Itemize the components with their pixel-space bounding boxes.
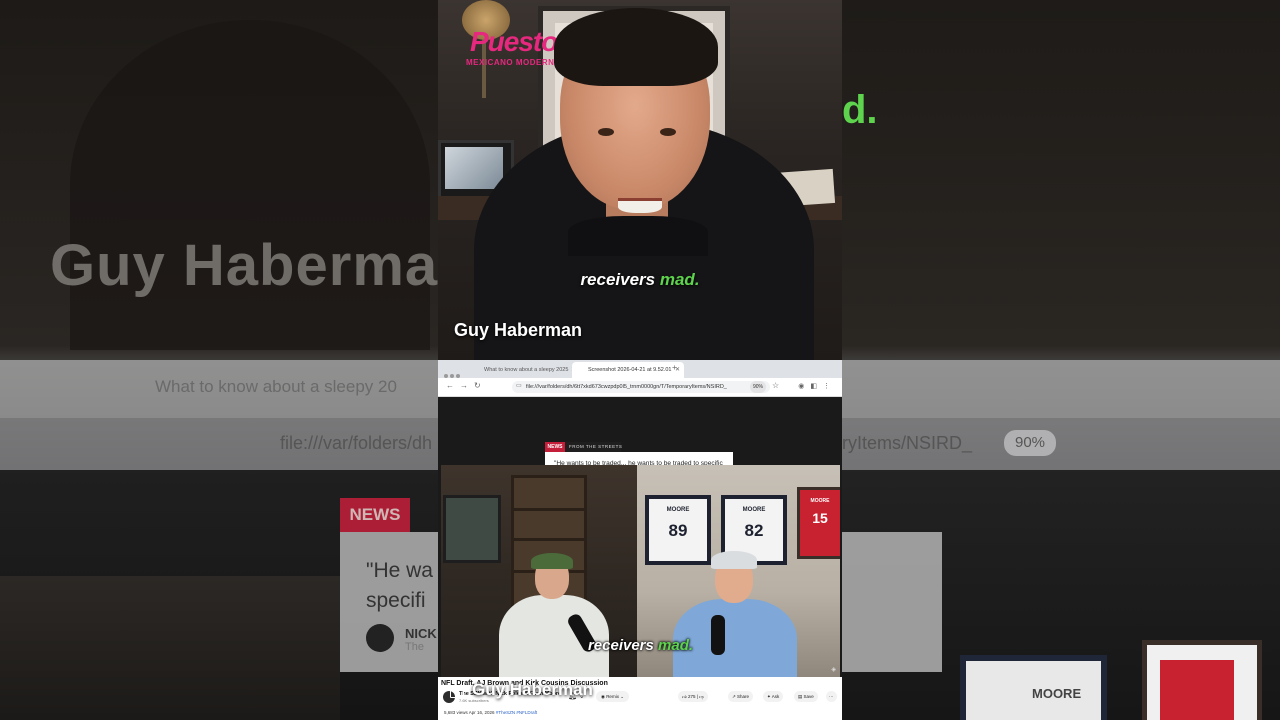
backdrop-url-right: ryItems/NSIRD_ bbox=[842, 433, 973, 453]
youtube-video-player[interactable]: MOORE 89 MOORE 82 MOORE 15 receivers mad… bbox=[441, 465, 840, 677]
youtube-page: NEWS FROM THE STREETS "He wants to be tr… bbox=[438, 397, 842, 720]
speaker-name-label-bottom: Guy Haberman bbox=[472, 680, 593, 699]
backdrop-red-jersey bbox=[1160, 660, 1234, 720]
subtitle-caption: receivers mad. bbox=[580, 270, 700, 289]
puesto-logo-tagline: MEXICANO MODERNO bbox=[466, 58, 562, 67]
address-bar[interactable]: ▭ file:///var/folders/dh/6tt7xkd673cwzpd… bbox=[512, 381, 770, 393]
channel-watermark-icon: ◈ bbox=[831, 667, 836, 673]
backdrop-tabbar-right bbox=[842, 360, 1280, 418]
browser-tabbar: What to know about a sleepy 2025✕ Screen… bbox=[438, 360, 842, 378]
backdrop-zoom: 90% bbox=[1004, 430, 1056, 456]
remix-button[interactable]: ◉ Remix ⌄ bbox=[596, 691, 629, 702]
video-subtitle-caption: receivers mad. bbox=[587, 637, 694, 654]
puesto-logo: Puesto bbox=[470, 26, 558, 57]
zoom-badge[interactable]: 90% bbox=[750, 381, 766, 393]
url-text: file:///var/folders/dh/6tt7xkd673cwzpdp0… bbox=[526, 384, 727, 390]
backdrop-speaker-name: Guy Haberma bbox=[50, 233, 438, 298]
more-icon[interactable]: ⋯ bbox=[826, 691, 837, 702]
framed-red-jersey: MOORE 15 bbox=[797, 487, 840, 559]
short-video[interactable]: Puesto MEXICANO MODERNO receivers mad. G… bbox=[438, 0, 842, 720]
browser-screenshot: What to know about a sleepy 2025✕ Screen… bbox=[438, 360, 842, 720]
ask-button[interactable]: ✦ Ask bbox=[763, 691, 784, 702]
speaker-hair bbox=[554, 8, 718, 86]
monitor-icon bbox=[450, 686, 464, 698]
backdrop-quote: "He wa specifi bbox=[366, 559, 433, 612]
guest-person bbox=[499, 553, 609, 677]
backdrop-speaker-silhouette bbox=[70, 20, 430, 350]
new-tab-icon[interactable]: + bbox=[672, 363, 677, 372]
top-clip: Puesto MEXICANO MODERNO receivers mad. G… bbox=[438, 0, 842, 360]
news-section: FROM THE STREETS bbox=[569, 444, 623, 449]
backdrop-avatar bbox=[366, 624, 394, 652]
speaker-eye-left bbox=[598, 128, 614, 136]
backdrop-tab-title: What to know about a sleepy 20 bbox=[155, 377, 397, 396]
backdrop-caption: d. bbox=[842, 88, 878, 132]
backdrop-jersey-name: MOORE bbox=[1032, 686, 1082, 701]
reload-icon[interactable]: ↻ bbox=[474, 381, 481, 390]
backdrop-right: d. ryItems/NSIRD_ 90% MOORE bbox=[842, 0, 1280, 720]
backdrop-left: Guy Haberma What to know about a sleepy … bbox=[0, 0, 438, 720]
browser-tab[interactable]: What to know about a sleepy 2025✕ bbox=[468, 362, 580, 378]
wall-art bbox=[443, 495, 501, 563]
speaker-mouth bbox=[618, 198, 662, 213]
window-controls[interactable] bbox=[444, 365, 468, 378]
backdrop-source: NICK The bbox=[405, 626, 437, 653]
speaker-name-label: Guy Haberman bbox=[454, 320, 583, 340]
speaker-eye-right bbox=[660, 128, 676, 136]
speaker-collar bbox=[568, 216, 708, 256]
browser-tab-active[interactable]: Screenshot 2026-04-21 at 9.52.01 ✕ bbox=[572, 362, 684, 378]
host-person bbox=[673, 551, 797, 677]
framed-jersey: MOORE 89 bbox=[645, 495, 711, 565]
file-icon: ▭ bbox=[516, 383, 522, 389]
star-icon[interactable]: ☆ bbox=[772, 381, 779, 390]
back-icon[interactable]: ← bbox=[446, 381, 454, 390]
backdrop-quote-card-right bbox=[842, 532, 942, 672]
like-button[interactable]: 👍︎ 275 | 👎︎ bbox=[678, 691, 708, 702]
forward-icon[interactable]: → bbox=[460, 381, 468, 390]
backdrop-news-tag: NEWS bbox=[340, 498, 410, 532]
view-count: 5,683 views Apr 16, 2026 #TheSZN #NFLDra… bbox=[444, 710, 538, 715]
news-tag: NEWS bbox=[545, 442, 565, 452]
save-button[interactable]: ▤ Save bbox=[794, 691, 818, 702]
backdrop-url: file:///var/folders/dh bbox=[280, 433, 433, 453]
extension-icons[interactable]: ◉◧⋮ bbox=[798, 382, 836, 390]
share-button[interactable]: ↗ Share bbox=[728, 691, 754, 702]
browser-toolbar: ← → ↻ ▭ file:///var/folders/dh/6tt7xkd67… bbox=[438, 378, 842, 397]
backdrop-shelf bbox=[0, 576, 340, 720]
